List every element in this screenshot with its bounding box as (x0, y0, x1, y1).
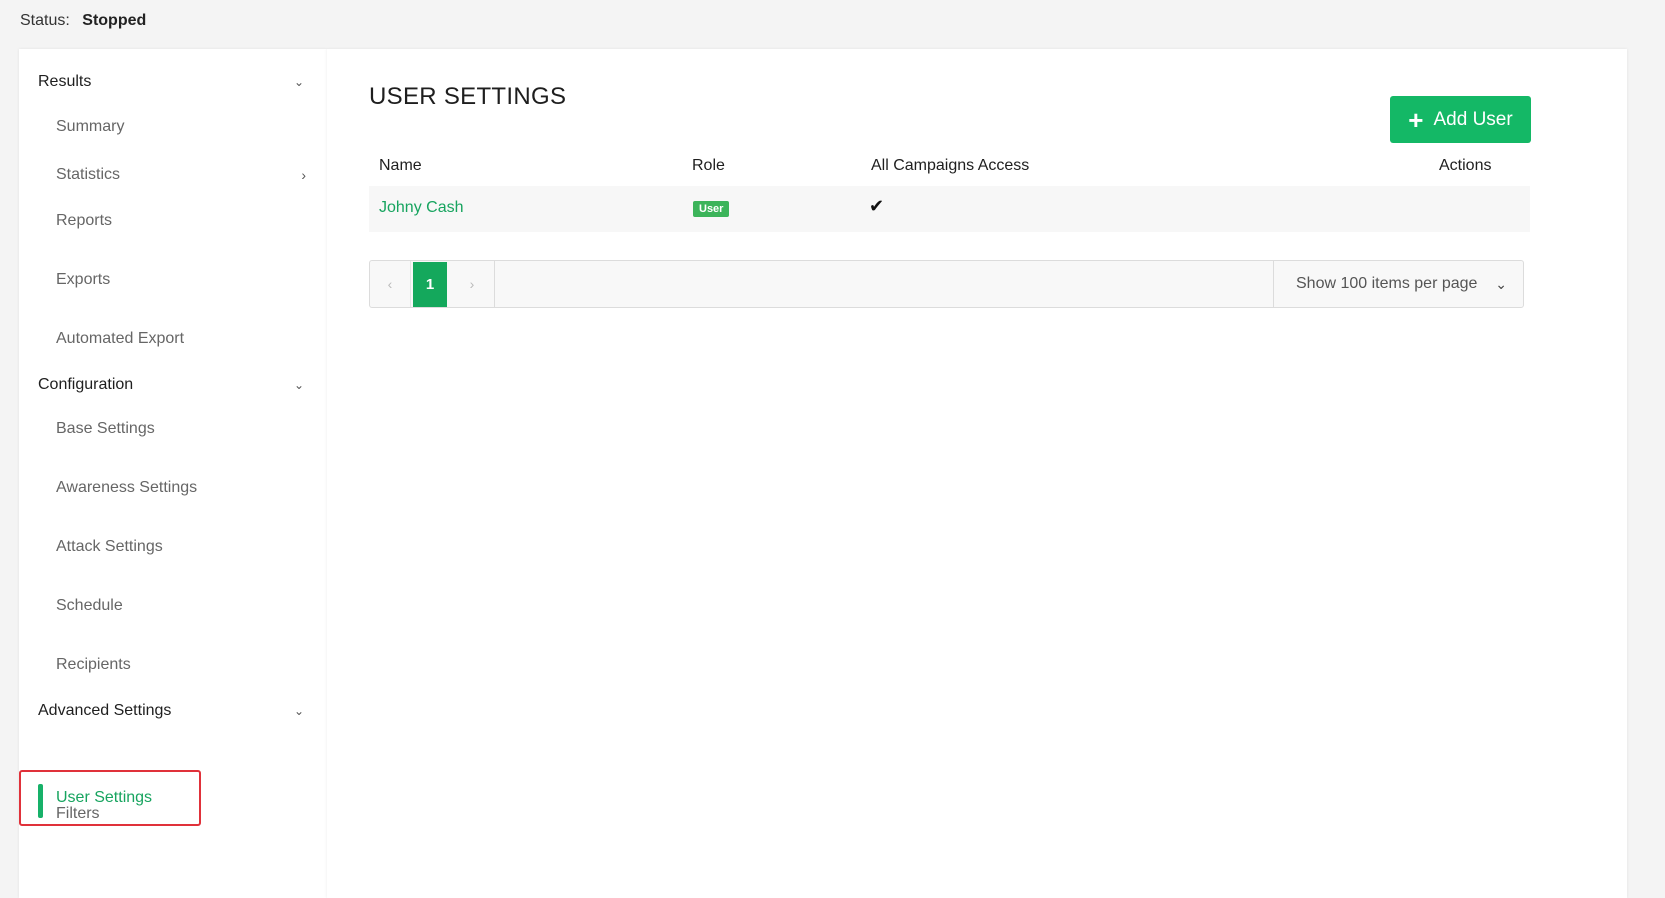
sidebar-item-base-settings[interactable]: Base Settings (56, 420, 306, 438)
status-value: Stopped (82, 12, 147, 29)
sidebar-item-reports[interactable]: Reports (56, 212, 306, 230)
section-header-configuration[interactable]: Configuration ⌄ (38, 376, 308, 394)
main-panel: USER SETTINGS + Add User Name Role All C… (327, 49, 1627, 898)
sidebar-item-label: Exports (56, 271, 111, 288)
chevron-left-icon[interactable]: ‹ (370, 261, 411, 307)
plus-icon: + (1408, 104, 1424, 135)
items-per-page-select[interactable]: Show 100 items per page ⌄ (1273, 261, 1523, 307)
column-header-all-campaigns-access[interactable]: All Campaigns Access (871, 157, 1029, 175)
add-user-button[interactable]: + Add User (1390, 96, 1531, 143)
active-indicator (38, 784, 43, 818)
sidebar-item-automated-export[interactable]: Automated Export (56, 330, 306, 348)
chevron-down-icon: ⌄ (293, 704, 304, 718)
sidebar-item-summary[interactable]: Summary (56, 118, 306, 136)
sidebar-item-label: Base Settings (56, 420, 155, 437)
sidebar-item-label: Statistics (56, 166, 121, 183)
section-title: Configuration (38, 376, 134, 393)
sidebar: Results ⌄ Summary Statistics › Reports E… (19, 49, 327, 898)
add-user-label: Add User (1433, 108, 1513, 130)
column-header-actions: Actions (1439, 157, 1492, 174)
chevron-down-icon: ⌄ (293, 75, 304, 89)
sidebar-item-label: Filters (56, 805, 100, 822)
page-title: USER SETTINGS (369, 83, 567, 110)
sidebar-item-recipients[interactable]: Recipients (56, 656, 306, 674)
column-header-name[interactable]: Name (379, 157, 422, 175)
sidebar-item-label: Reports (56, 212, 113, 229)
page-number-button[interactable]: 1 (413, 262, 447, 307)
sidebar-item-label: Summary (56, 118, 125, 135)
chevron-right-icon[interactable]: › (450, 261, 495, 307)
chevron-down-icon: ⌄ (293, 378, 304, 392)
section-title: Advanced Settings (38, 702, 172, 719)
status-label: Status: (20, 12, 70, 29)
sidebar-item-label: Awareness Settings (56, 479, 198, 496)
sidebar-item-statistics[interactable]: Statistics › (56, 166, 306, 184)
section-header-results[interactable]: Results ⌄ (38, 73, 308, 91)
sidebar-item-exports[interactable]: Exports (56, 271, 306, 289)
check-icon: ✔ (869, 196, 885, 216)
role-badge: User (693, 201, 730, 217)
sidebar-item-attack-settings[interactable]: Attack Settings (56, 538, 306, 556)
sidebar-item-label: Attack Settings (56, 538, 163, 555)
chevron-down-icon: ⌄ (1495, 275, 1507, 292)
sidebar-item-label: Schedule (56, 597, 123, 614)
sidebar-item-label: Automated Export (56, 330, 185, 347)
table-row: Johny Cash User ✔ (369, 186, 1530, 232)
column-header-role[interactable]: Role (692, 157, 725, 175)
pagination: ‹ 1 › Show 100 items per page ⌄ (369, 260, 1524, 308)
sidebar-item-awareness-settings[interactable]: Awareness Settings (56, 479, 306, 497)
user-name-link[interactable]: Johny Cash (379, 199, 464, 217)
section-title: Results (38, 73, 92, 90)
section-header-advanced-settings[interactable]: Advanced Settings ⌄ (38, 702, 308, 720)
chevron-right-icon: › (301, 167, 306, 183)
status-bar: Status: Stopped (20, 12, 146, 30)
sidebar-item-schedule[interactable]: Schedule (56, 597, 306, 615)
items-per-page-label: Show 100 items per page (1296, 275, 1478, 292)
sidebar-item-filters[interactable]: Filters (56, 805, 306, 823)
sidebar-item-label: Recipients (56, 656, 131, 673)
